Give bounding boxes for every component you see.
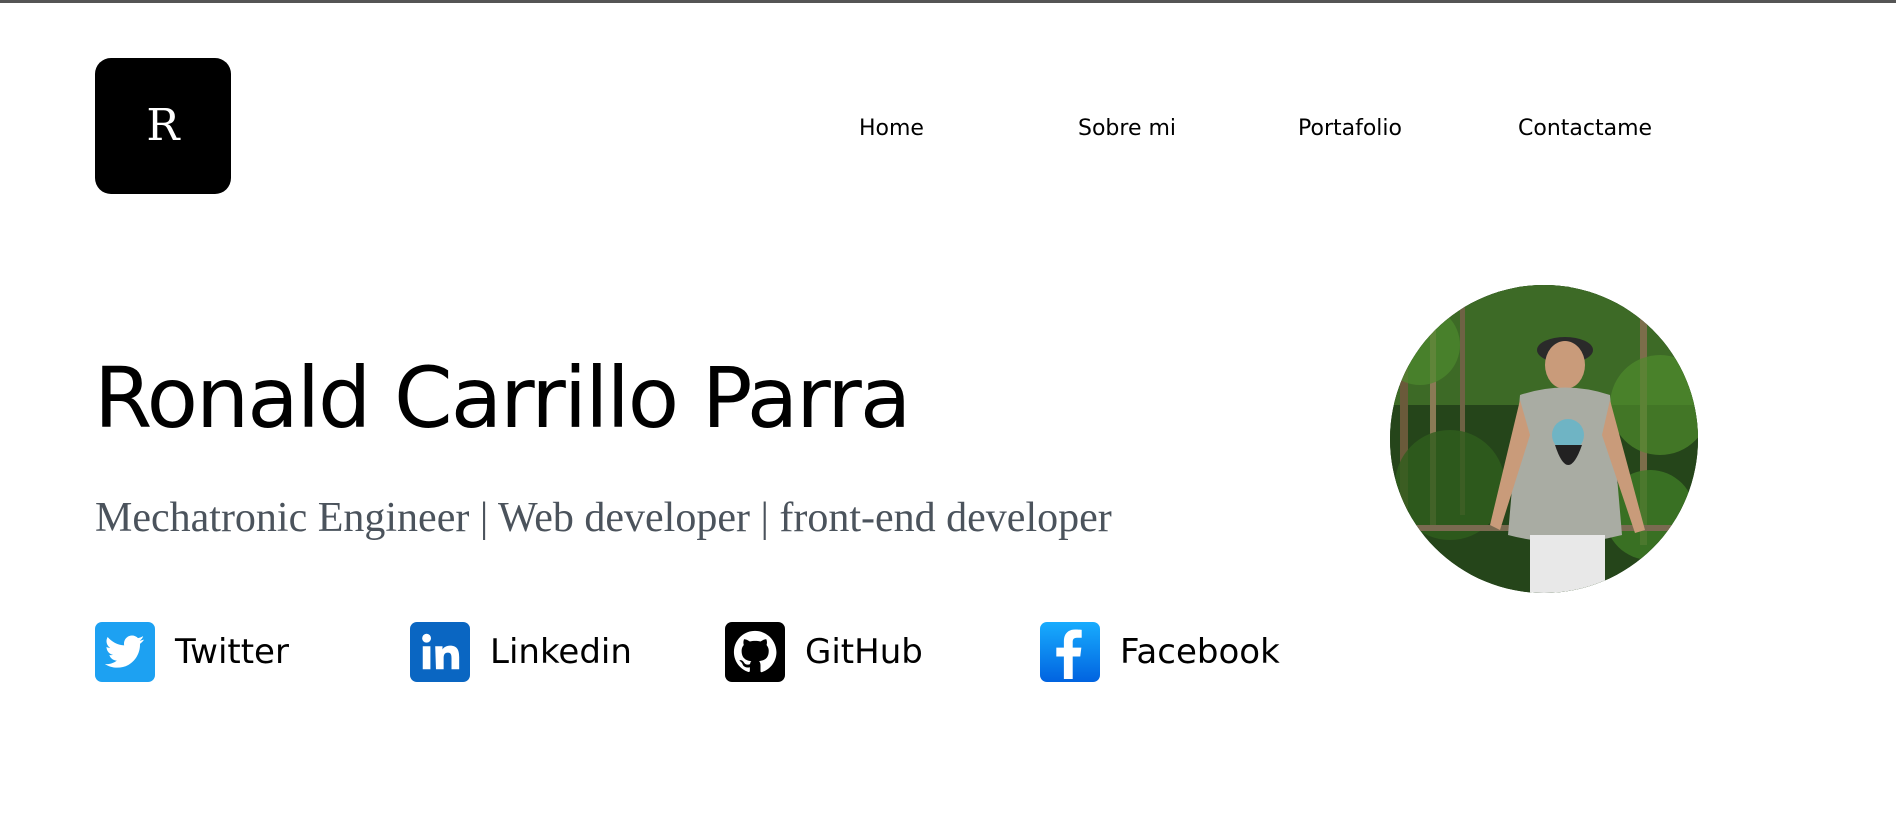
- nav-portfolio[interactable]: Portafolio: [1298, 116, 1402, 141]
- social-links: Twitter Linkedin GitHub Facebook: [0, 622, 1400, 684]
- social-link-facebook[interactable]: Facebook: [1040, 622, 1280, 682]
- nav-contact[interactable]: Contactame: [1518, 116, 1652, 141]
- profile-photo: [1390, 285, 1698, 593]
- social-label-twitter: Twitter: [175, 632, 289, 672]
- github-icon: [725, 622, 785, 682]
- main-nav: Home Sobre mi Portafolio Contactame: [0, 116, 1896, 146]
- top-border: [0, 0, 1896, 3]
- social-link-linkedin[interactable]: Linkedin: [410, 622, 632, 682]
- social-label-github: GitHub: [805, 632, 923, 672]
- social-link-github[interactable]: GitHub: [725, 622, 923, 682]
- hero-name: Ronald Carrillo Parra: [94, 349, 911, 447]
- twitter-icon: [95, 622, 155, 682]
- linkedin-icon: [410, 622, 470, 682]
- social-label-linkedin: Linkedin: [490, 632, 632, 672]
- nav-about[interactable]: Sobre mi: [1078, 116, 1176, 141]
- social-label-facebook: Facebook: [1120, 632, 1280, 672]
- nav-home[interactable]: Home: [859, 116, 924, 141]
- facebook-icon: [1040, 622, 1100, 682]
- social-link-twitter[interactable]: Twitter: [95, 622, 289, 682]
- hero-subtitle: Mechatronic Engineer | Web developer | f…: [95, 495, 1112, 541]
